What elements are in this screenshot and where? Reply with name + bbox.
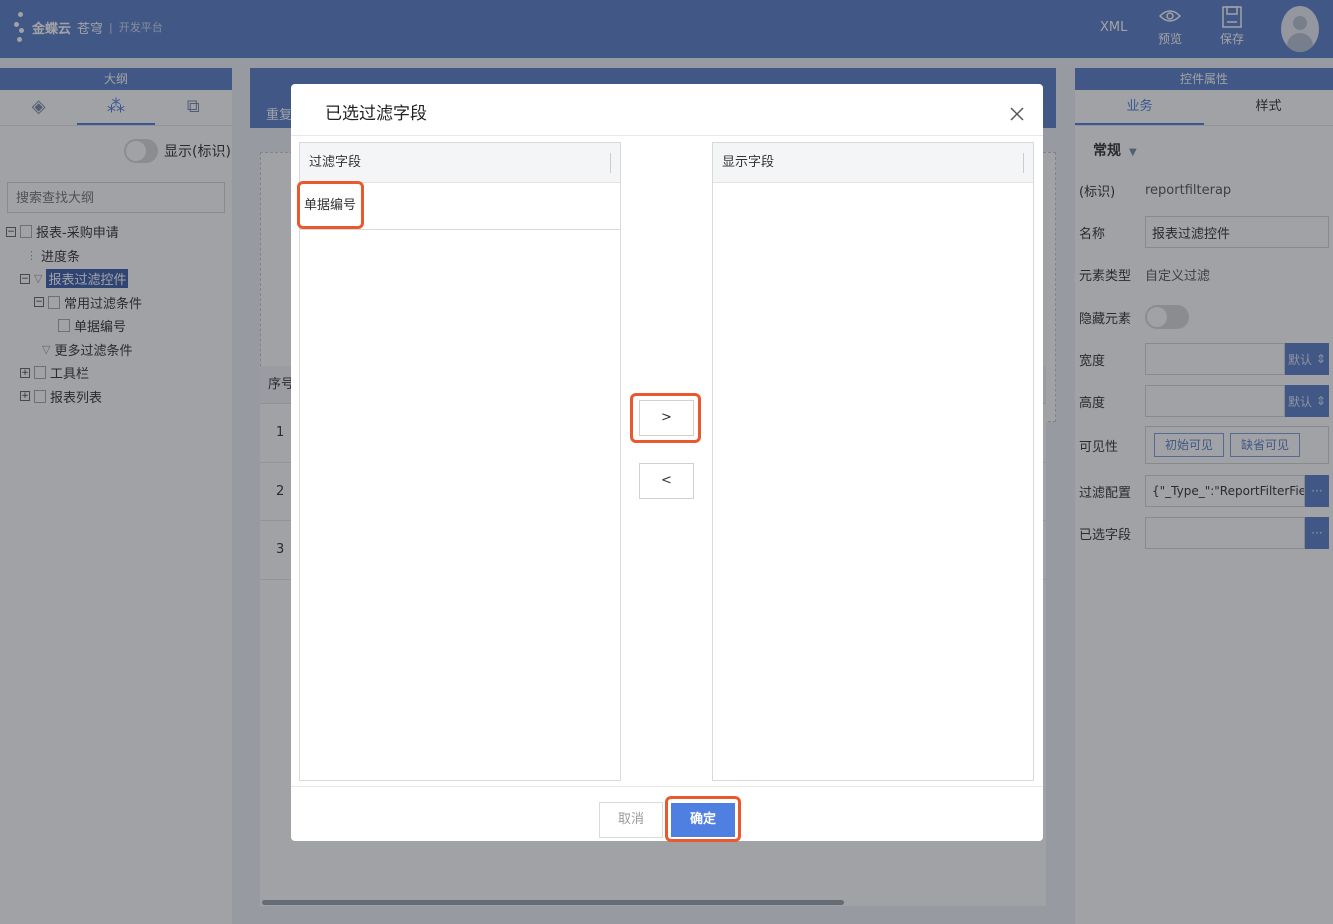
highlight-ok-button	[665, 796, 741, 842]
highlight-field-item	[297, 181, 364, 229]
cancel-button[interactable]: 取消	[599, 802, 663, 838]
filter-fields-header: 过滤字段	[300, 143, 620, 183]
filter-fields-list: 过滤字段 单据编号	[299, 142, 621, 781]
move-left-button[interactable]: <	[639, 463, 694, 499]
display-fields-list: 显示字段	[712, 142, 1034, 781]
highlight-move-right	[630, 393, 701, 443]
display-fields-header: 显示字段	[713, 143, 1033, 183]
close-icon[interactable]	[1009, 102, 1025, 126]
dialog-title: 已选过滤字段	[325, 104, 427, 124]
dialog-header-divider	[291, 135, 1043, 136]
selected-filter-fields-dialog: 已选过滤字段 过滤字段 单据编号 显示字段 > < 取消 确定	[291, 84, 1043, 842]
dialog-footer-divider	[291, 786, 1043, 787]
